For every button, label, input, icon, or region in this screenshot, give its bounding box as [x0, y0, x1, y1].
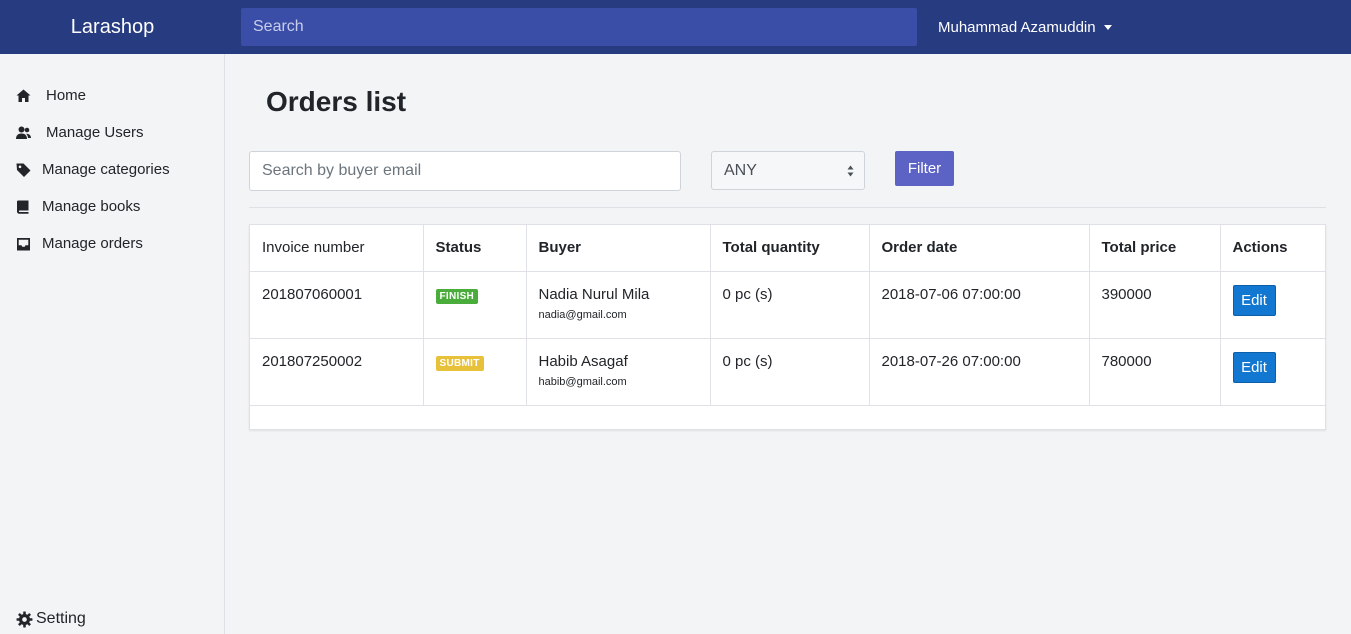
status-badge: FINISH [435, 288, 479, 304]
sidebar-item-manage-users[interactable]: Manage Users [0, 118, 224, 148]
column-header-invoice: Invoice number [250, 225, 424, 272]
orders-table: Invoice number Status Buyer Total quanti… [250, 225, 1326, 406]
total-price-cell: 390000 [1089, 271, 1221, 339]
buyer-cell: Nadia Nurul Mila nadia@gmail.com [526, 271, 711, 339]
edit-button[interactable]: Edit [1232, 284, 1276, 316]
order-date-cell: 2018-07-06 07:00:00 [869, 271, 1090, 339]
users-icon [16, 126, 31, 139]
sidebar-item-label: Home [46, 87, 87, 104]
orders-table-card: Invoice number Status Buyer Total quanti… [249, 224, 1326, 430]
buyer-name: Nadia Nurul Mila [538, 285, 650, 303]
page-title: Orders list [266, 86, 407, 117]
gear-icon [16, 611, 33, 627]
home-icon [16, 89, 31, 102]
sidebar-item-label: Manage books [42, 198, 141, 215]
setting-label: Setting [36, 610, 86, 627]
buyer-email-search-input[interactable] [249, 151, 681, 191]
quantity-cell: 0 pc (s) [710, 338, 870, 406]
status-filter-select[interactable]: ANY [711, 151, 865, 190]
total-price-cell: 780000 [1089, 338, 1221, 406]
actions-cell: Edit [1220, 338, 1326, 406]
column-header-total-price: Total price [1089, 225, 1221, 272]
table-row: 201807250002 SUBMIT Habib Asagaf habib@g… [250, 338, 1326, 406]
column-header-quantity: Total quantity [710, 225, 870, 272]
status-cell: FINISH [423, 271, 527, 339]
tag-icon [16, 163, 31, 177]
user-menu-dropdown[interactable]: Muhammad Azamuddin [938, 0, 1112, 54]
column-header-status: Status [423, 225, 527, 272]
column-header-buyer: Buyer [526, 225, 711, 272]
buyer-name: Habib Asagaf [538, 352, 628, 370]
select-arrows-icon [847, 165, 854, 177]
order-date-cell: 2018-07-26 07:00:00 [869, 338, 1090, 406]
column-header-actions: Actions [1220, 225, 1326, 272]
user-name: Muhammad Azamuddin [938, 18, 1096, 36]
buyer-cell: Habib Asagaf habib@gmail.com [526, 338, 711, 406]
status-select-value: ANY [724, 161, 757, 179]
column-header-order-date: Order date [869, 225, 1090, 272]
sidebar-item-label: Manage orders [42, 235, 143, 252]
book-icon [17, 200, 29, 214]
divider [249, 207, 1326, 208]
sidebar-setting-link[interactable]: Setting [16, 610, 86, 628]
status-badge: SUBMIT [435, 355, 484, 371]
top-navbar: Larashop Muhammad Azamuddin [0, 0, 1351, 54]
invoice-cell: 201807250002 [250, 338, 424, 406]
table-row: 201807060001 FINISH Nadia Nurul Mila nad… [250, 271, 1326, 339]
sidebar-item-home[interactable]: Home [0, 81, 224, 111]
sidebar-item-label: Manage categories [42, 161, 170, 178]
inbox-icon [17, 238, 30, 251]
status-cell: SUBMIT [423, 338, 527, 406]
sidebar-item-manage-books[interactable]: Manage books [0, 192, 224, 222]
edit-button[interactable]: Edit [1232, 351, 1276, 383]
table-header-row: Invoice number Status Buyer Total quanti… [250, 225, 1326, 272]
sidebar-item-manage-orders[interactable]: Manage orders [0, 229, 224, 259]
global-search-input[interactable] [241, 8, 917, 46]
filter-button[interactable]: Filter [895, 151, 954, 186]
brand-logo[interactable]: Larashop [0, 0, 225, 54]
sidebar-item-manage-categories[interactable]: Manage categories [0, 155, 224, 185]
sidebar-item-label: Manage Users [46, 124, 144, 141]
sidebar: Home Manage Users Manage categories Mana… [0, 54, 225, 634]
buyer-email: nadia@gmail.com [538, 308, 627, 321]
invoice-cell: 201807060001 [250, 271, 424, 339]
buyer-email: habib@gmail.com [538, 375, 627, 388]
quantity-cell: 0 pc (s) [710, 271, 870, 339]
caret-down-icon [1103, 24, 1112, 30]
actions-cell: Edit [1220, 271, 1326, 339]
